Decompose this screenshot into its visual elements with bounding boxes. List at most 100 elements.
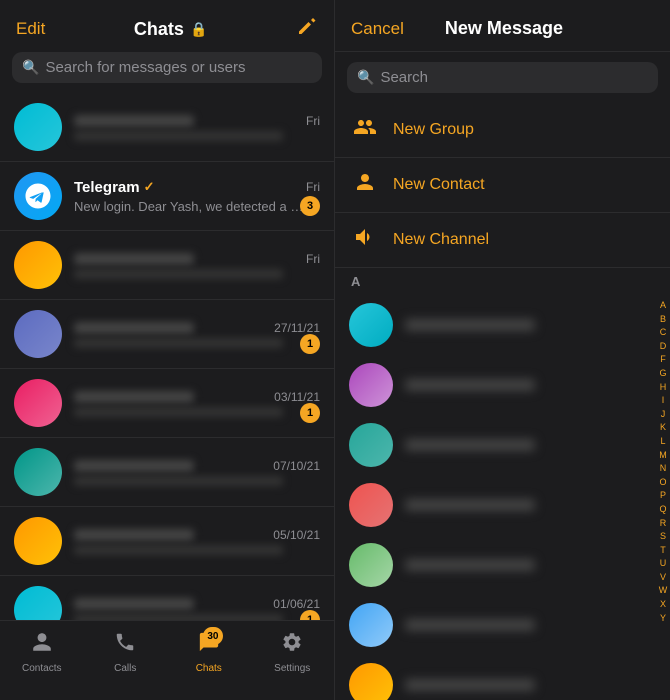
telegram-chat-item[interactable]: Telegram ✓ Fri New login. Dear Yash, we …: [0, 162, 334, 231]
contact-avatar: [349, 303, 393, 347]
chat-content: Fri: [74, 252, 320, 279]
new-contact-action[interactable]: New Contact: [335, 158, 670, 213]
compose-button[interactable]: [296, 15, 318, 43]
alpha-T[interactable]: T: [660, 544, 666, 557]
chat-preview-blurred: [74, 269, 283, 279]
right-search-bar[interactable]: 🔍 Search: [347, 62, 658, 93]
tab-chats[interactable]: 30 Chats: [167, 631, 251, 674]
contact-item[interactable]: [335, 355, 656, 415]
chat-preview-blurred: [74, 545, 283, 555]
search-placeholder-text: Search: [380, 69, 428, 86]
alpha-C[interactable]: C: [660, 326, 667, 339]
tab-settings[interactable]: Settings: [251, 631, 335, 674]
alpha-A[interactable]: A: [660, 299, 666, 312]
chat-name-row: Fri: [74, 252, 320, 266]
chat-content: Telegram ✓ Fri New login. Dear Yash, we …: [74, 179, 320, 214]
chats-badge: 30: [203, 627, 222, 645]
unread-badge: 1: [300, 334, 320, 354]
contacts-icon: [31, 631, 53, 659]
contact-item[interactable]: [335, 295, 656, 355]
chat-item[interactable]: Fri: [0, 231, 334, 300]
chat-name-blurred: [74, 460, 194, 472]
alpha-Q[interactable]: Q: [659, 503, 666, 516]
contact-item[interactable]: [335, 535, 656, 595]
chat-item[interactable]: Fri: [0, 93, 334, 162]
alpha-X[interactable]: X: [660, 598, 666, 611]
alpha-N[interactable]: N: [660, 462, 667, 475]
chat-name-row: 07/10/21: [74, 459, 320, 473]
alpha-E[interactable]: F: [660, 353, 666, 366]
contact-name-blurred: [405, 559, 535, 571]
group-icon: [351, 115, 379, 145]
alpha-J[interactable]: J: [661, 408, 666, 421]
section-header-a: A: [335, 268, 670, 295]
new-channel-action[interactable]: New Channel: [335, 213, 670, 268]
chat-name-row: 01/06/21: [74, 597, 320, 611]
chat-name-blurred: [74, 322, 194, 334]
alpha-O[interactable]: O: [659, 476, 666, 489]
alpha-D[interactable]: D: [660, 340, 667, 353]
chat-time: Fri: [306, 114, 320, 128]
contact-item[interactable]: [335, 655, 656, 700]
alpha-Y[interactable]: Y: [660, 612, 666, 625]
settings-icon: [281, 631, 303, 659]
alpha-H[interactable]: H: [660, 381, 667, 394]
chat-time: Fri: [306, 180, 320, 194]
alpha-L[interactable]: L: [660, 435, 665, 448]
contact-items: [335, 295, 656, 700]
chat-item[interactable]: 07/10/21: [0, 438, 334, 507]
chat-item[interactable]: 05/10/21: [0, 507, 334, 576]
contact-name-blurred: [405, 499, 535, 511]
contact-name-blurred: [405, 439, 535, 451]
alphabet-index: A B C D F G H I J K L M N O P Q R S T U …: [656, 295, 670, 700]
alpha-W[interactable]: W: [659, 584, 668, 597]
alpha-S[interactable]: S: [660, 530, 666, 543]
alpha-P[interactable]: P: [660, 489, 666, 502]
right-panel: Cancel New Message 🔍 Search New Group Ne…: [335, 0, 670, 700]
alpha-G[interactable]: G: [659, 367, 666, 380]
contact-item[interactable]: [335, 595, 656, 655]
contact-item[interactable]: [335, 415, 656, 475]
contact-avatar: [349, 483, 393, 527]
contact-avatar: [349, 663, 393, 700]
left-header: Edit Chats 🔒: [0, 0, 334, 52]
chat-name-row: 03/11/21: [74, 390, 320, 404]
chat-preview-blurred: [74, 476, 283, 486]
contact-avatar: [349, 423, 393, 467]
action-list: New Group New Contact New Channel: [335, 103, 670, 268]
avatar: [14, 586, 62, 620]
alpha-V[interactable]: V: [660, 571, 666, 584]
contact-item[interactable]: [335, 475, 656, 535]
alpha-I[interactable]: I: [662, 394, 665, 407]
new-channel-label: New Channel: [393, 231, 489, 249]
chat-preview-blurred: [74, 131, 283, 141]
search-bar[interactable]: 🔍 Search for messages or users: [12, 52, 322, 83]
new-group-action[interactable]: New Group: [335, 103, 670, 158]
chat-item[interactable]: 27/11/21 1: [0, 300, 334, 369]
chat-item[interactable]: 03/11/21 1: [0, 369, 334, 438]
edit-button[interactable]: Edit: [16, 19, 45, 39]
lock-icon: 🔒: [190, 21, 207, 38]
alpha-U[interactable]: U: [660, 557, 667, 570]
search-icon: 🔍: [22, 59, 39, 76]
chats-title-text: Chats: [134, 19, 184, 40]
channel-icon: [351, 225, 379, 255]
left-panel: Edit Chats 🔒 🔍 Search for messages or us…: [0, 0, 335, 700]
right-header: Cancel New Message: [335, 0, 670, 52]
contact-name-blurred: [405, 319, 535, 331]
chat-name-row: 05/10/21: [74, 528, 320, 542]
chat-item[interactable]: 01/06/21 1: [0, 576, 334, 620]
alpha-K[interactable]: K: [660, 421, 666, 434]
alpha-R[interactable]: R: [660, 517, 667, 530]
tab-contacts[interactable]: Contacts: [0, 631, 84, 674]
alpha-B[interactable]: B: [660, 313, 666, 326]
chat-preview-blurred: [74, 338, 283, 348]
avatar: [14, 448, 62, 496]
contact-name-blurred: [405, 679, 535, 691]
tab-bar: Contacts Calls 30 Chats: [0, 620, 334, 700]
alpha-M[interactable]: M: [659, 449, 667, 462]
avatar: [14, 379, 62, 427]
chat-list: Fri Telegram ✓ Fri New logi: [0, 93, 334, 620]
cancel-button[interactable]: Cancel: [351, 19, 404, 39]
tab-calls[interactable]: Calls: [84, 631, 168, 674]
